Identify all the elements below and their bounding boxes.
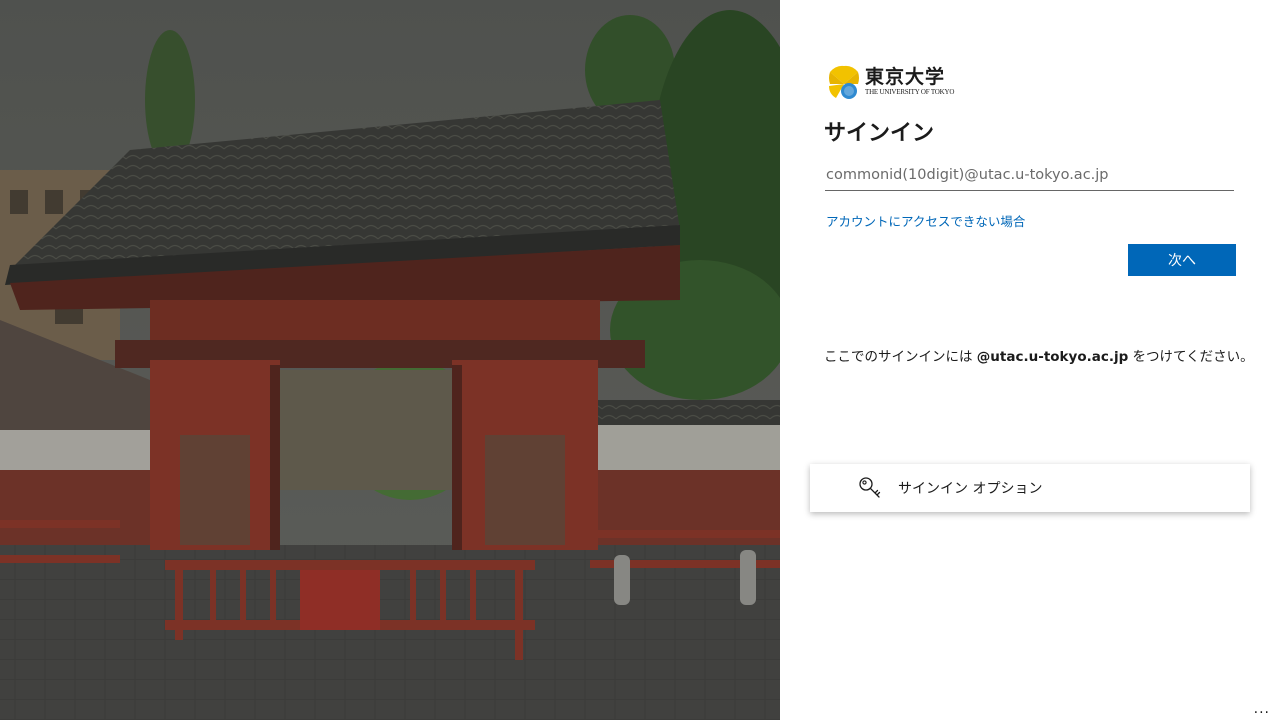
ginkgo-leaf-icon <box>829 65 859 99</box>
login-page: 東京大学 THE UNIVERSITY OF TOKYO サインイン アカウント… <box>0 0 1280 720</box>
hint-prefix: ここでのサインインには <box>824 349 977 365</box>
logo-name-japanese: 東京大学 <box>865 66 946 88</box>
more-options-ellipsis[interactable]: ... <box>1254 702 1270 716</box>
cant-access-account-link[interactable]: アカウントにアクセスできない場合 <box>826 211 1025 230</box>
signin-options-label: サインイン オプション <box>898 481 1043 497</box>
background-photo <box>0 0 780 720</box>
email-input[interactable] <box>825 160 1234 191</box>
signin-panel: 東京大学 THE UNIVERSITY OF TOKYO サインイン アカウント… <box>780 0 1280 720</box>
key-icon <box>859 477 881 498</box>
next-button[interactable]: 次へ <box>1128 244 1236 276</box>
logo-name-english: THE UNIVERSITY OF TOKYO <box>865 88 955 96</box>
university-logo: 東京大学 THE UNIVERSITY OF TOKYO <box>826 62 956 102</box>
signin-options-button[interactable]: サインイン オプション <box>810 464 1250 512</box>
signin-domain-hint: ここでのサインインには @utac.u-tokyo.ac.jp をつけてください… <box>824 345 1254 365</box>
hint-domain: @utac.u-tokyo.ac.jp <box>976 349 1129 365</box>
page-title: サインイン <box>824 121 935 146</box>
hint-suffix: をつけてください。 <box>1128 349 1254 365</box>
